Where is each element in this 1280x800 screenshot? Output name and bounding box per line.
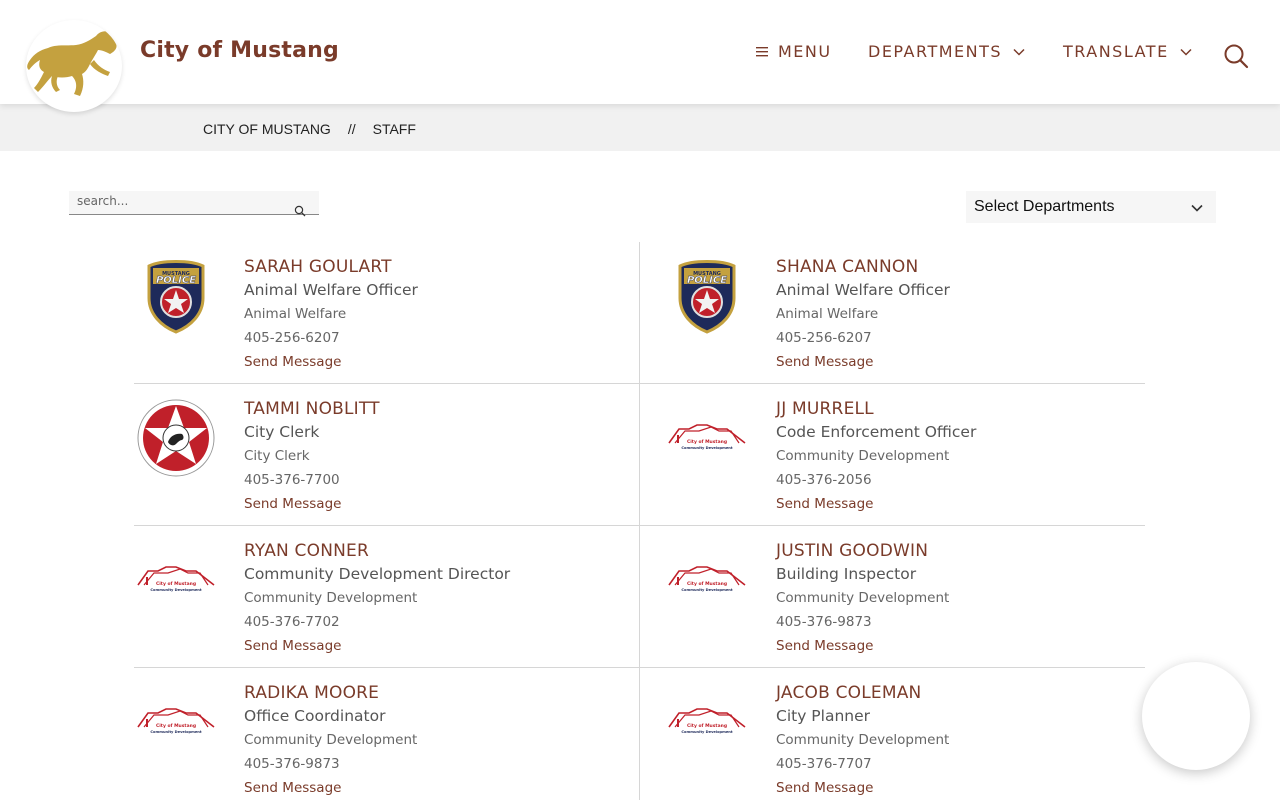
chevron-down-icon	[1013, 48, 1025, 56]
svg-text:City of Mustang: City of Mustang	[687, 581, 727, 587]
svg-text:Community Development: Community Development	[150, 588, 201, 592]
police-badge-icon: MUSTANG POLICE	[134, 254, 218, 338]
staff-department: Community Development	[776, 448, 950, 464]
city-seal-icon	[134, 396, 218, 480]
staff-card: MUSTANG POLICE SARAH GOULART Animal Welfare…	[134, 242, 639, 384]
svg-text:City of Mustang: City of Mustang	[687, 439, 727, 445]
staff-card: City of Mustang Community Development RYAN…	[134, 526, 639, 668]
breadcrumb-home-link[interactable]: CITY OF MUSTANG	[203, 121, 331, 137]
breadcrumb-separator: //	[347, 121, 356, 137]
staff-search-box	[69, 191, 319, 217]
staff-card: City of Mustang Community Development JUST…	[640, 526, 1145, 668]
site-title[interactable]: City of Mustang	[140, 38, 339, 63]
staff-search-input[interactable]	[77, 194, 287, 208]
staff-title: Animal Welfare Officer	[776, 281, 950, 299]
staff-phone: 405-256-6207	[244, 330, 340, 346]
staff-phone: 405-376-7700	[244, 472, 340, 488]
police-badge-icon: MUSTANG POLICE	[665, 254, 749, 338]
chat-widget-button[interactable]	[1142, 662, 1250, 770]
menu-label: MENU	[778, 42, 832, 61]
staff-title: Animal Welfare Officer	[244, 281, 418, 299]
department-select-label: Select Departments	[974, 198, 1115, 215]
staff-department: Community Development	[776, 732, 950, 748]
svg-text:POLICE: POLICE	[687, 275, 727, 286]
staff-department: Animal Welfare	[244, 306, 347, 322]
translate-label: TRANSLATE	[1063, 42, 1169, 61]
site-header: City of Mustang MENU DEPARTMENTS TRANSLA…	[0, 0, 1280, 104]
svg-text:Community Development: Community Development	[150, 730, 201, 734]
departments-label: DEPARTMENTS	[868, 42, 1003, 61]
staff-department: Community Development	[776, 590, 950, 606]
staff-phone: 405-256-6207	[776, 330, 872, 346]
staff-phone: 405-376-2056	[776, 472, 872, 488]
svg-text:Community Development: Community Development	[681, 730, 732, 734]
staff-name: JUSTIN GOODWIN	[776, 541, 929, 561]
community-development-logo-icon: City of Mustang Community Development	[134, 680, 218, 764]
svg-text:City of Mustang: City of Mustang	[156, 581, 196, 587]
staff-phone: 405-376-9873	[244, 756, 340, 772]
staff-card: City of Mustang Community Development JACO…	[640, 668, 1145, 800]
svg-text:Community Development: Community Development	[681, 588, 732, 592]
breadcrumb: CITY OF MUSTANG // STAFF	[203, 121, 416, 137]
staff-name: JJ MURRELL	[776, 399, 874, 419]
staff-department: City Clerk	[244, 448, 310, 464]
department-select[interactable]: Select Departments	[966, 191, 1216, 223]
site-logo[interactable]	[26, 20, 122, 112]
staff-name: TAMMI NOBLITT	[244, 399, 380, 419]
svg-text:Community Development: Community Development	[681, 446, 732, 450]
staff-card: City of Mustang Community Development RADI…	[134, 668, 639, 800]
departments-dropdown[interactable]: DEPARTMENTS	[868, 42, 1026, 61]
mustang-horse-icon	[27, 31, 117, 96]
svg-text:City of Mustang: City of Mustang	[687, 723, 727, 729]
staff-department: Animal Welfare	[776, 306, 879, 322]
staff-phone: 405-376-9873	[776, 614, 872, 630]
breadcrumb-bar: CITY OF MUSTANG // STAFF	[0, 104, 1280, 151]
staff-title: Community Development Director	[244, 565, 511, 583]
send-message-link[interactable]: Send Message	[776, 354, 873, 370]
breadcrumb-current: STAFF	[372, 121, 416, 137]
staff-department: Community Development	[244, 732, 418, 748]
chevron-down-icon	[1191, 204, 1203, 212]
staff-department: Community Development	[244, 590, 418, 606]
community-development-logo-icon: City of Mustang Community Development	[134, 538, 218, 622]
staff-title: Code Enforcement Officer	[776, 423, 977, 441]
svg-text:City of Mustang: City of Mustang	[156, 723, 196, 729]
search-icon[interactable]	[1222, 42, 1250, 70]
staff-card: City of Mustang Community Development JJ M…	[640, 384, 1145, 526]
staff-name: RADIKA MOORE	[244, 683, 380, 703]
search-icon[interactable]	[294, 205, 306, 217]
send-message-link[interactable]: Send Message	[776, 496, 873, 512]
staff-name: RYAN CONNER	[244, 541, 369, 561]
staff-phone: 405-376-7707	[776, 756, 872, 772]
staff-name: SHANA CANNON	[776, 257, 919, 277]
staff-card: MUSTANG POLICE SHANA CANNON Animal Welfare …	[640, 242, 1145, 384]
staff-title: City Planner	[776, 707, 871, 725]
staff-phone: 405-376-7702	[244, 614, 340, 630]
community-development-logo-icon: City of Mustang Community Development	[665, 396, 749, 480]
send-message-link[interactable]: Send Message	[244, 638, 341, 654]
staff-title: Office Coordinator	[244, 707, 386, 725]
menu-button[interactable]: MENU	[756, 42, 832, 61]
send-message-link[interactable]: Send Message	[776, 638, 873, 654]
staff-card: TAMMI NOBLITT City Clerk City Clerk 405-376…	[134, 384, 639, 526]
send-message-link[interactable]: Send Message	[244, 354, 341, 370]
staff-name: SARAH GOULART	[244, 257, 392, 277]
hamburger-icon	[756, 47, 768, 57]
community-development-logo-icon: City of Mustang Community Development	[665, 680, 749, 764]
staff-name: JACOB COLEMAN	[776, 683, 922, 703]
chevron-down-icon	[1180, 48, 1192, 56]
send-message-link[interactable]: Send Message	[244, 496, 341, 512]
staff-title: Building Inspector	[776, 565, 917, 583]
svg-text:POLICE: POLICE	[156, 275, 196, 286]
community-development-logo-icon: City of Mustang Community Development	[665, 538, 749, 622]
staff-title: City Clerk	[244, 423, 320, 441]
translate-dropdown[interactable]: TRANSLATE	[1063, 42, 1193, 61]
send-message-link[interactable]: Send Message	[776, 780, 873, 796]
send-message-link[interactable]: Send Message	[244, 780, 341, 796]
